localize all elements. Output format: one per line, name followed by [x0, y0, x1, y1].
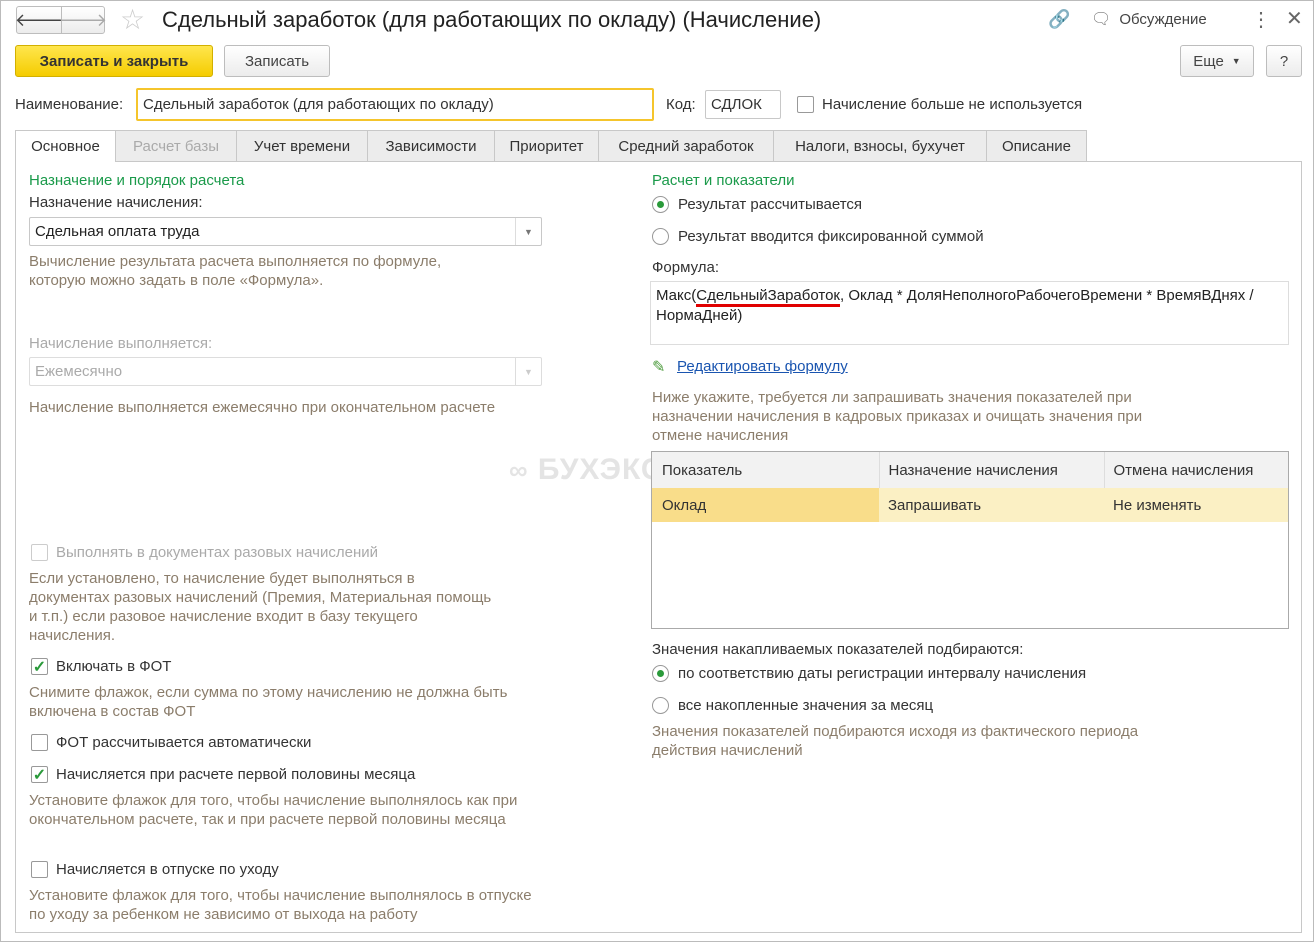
parental-leave-hint: Установите флажок для того, чтобы начисл… [29, 887, 532, 923]
exec-select: Ежемесячно ▼ [29, 357, 542, 386]
table-hint: Ниже укажите, требуется ли запрашивать з… [652, 389, 1143, 444]
cell-assignment[interactable]: Запрашивать [879, 488, 1104, 522]
exec-label: Начисление выполняется: [29, 335, 213, 352]
formula-highlight: СдельныйЗаработок [696, 287, 840, 307]
accum-label: Значения накапливаемых показателей подби… [652, 641, 1024, 658]
section-calc-title: Расчет и показатели [652, 172, 795, 189]
fot-auto-label: ФОТ рассчитывается автоматически [56, 734, 312, 751]
parental-leave-checkbox[interactable] [31, 861, 48, 878]
one-time-checkbox [31, 544, 48, 561]
code-input[interactable]: СДЛОК [705, 90, 781, 119]
fot-auto-checkbox[interactable] [31, 734, 48, 751]
unused-label: Начисление больше не используется [822, 96, 1083, 113]
code-label: Код: [666, 96, 696, 113]
parental-leave-label: Начисляется в отпуске по уходу [56, 861, 279, 878]
column-header-indicator[interactable]: Показатель [652, 452, 880, 488]
accum-hint: Значения показателей подбираются исходя … [652, 723, 1139, 759]
purpose-hint: Вычисление результата расчета выполняетс… [29, 253, 442, 289]
fot-hint: Снимите флажок, если сумма по этому начи… [29, 684, 508, 720]
tab-dependencies[interactable]: Зависимости [367, 130, 495, 161]
discussion-button[interactable]: 🗨 Обсуждение [1091, 9, 1207, 29]
accum-month-label: все накопленные значения за месяц [678, 697, 934, 714]
accum-interval-radio[interactable] [652, 665, 669, 682]
indicators-table[interactable]: Показатель Назначение начисления Отмена … [651, 451, 1289, 629]
chevron-down-icon[interactable]: ▼ [515, 218, 541, 245]
tab-priority[interactable]: Приоритет [494, 130, 599, 161]
tab-time-accounting[interactable]: Учет времени [236, 130, 368, 161]
accum-interval-label: по соответствию даты регистрации интерва… [678, 665, 1087, 682]
purpose-select[interactable]: Сдельная оплата труда ▼ [29, 217, 542, 246]
one-time-label: Выполнять в документах разовых начислени… [56, 544, 378, 561]
favorite-star-icon[interactable]: ☆ [120, 3, 145, 36]
result-calculated-label: Результат рассчитывается [678, 196, 863, 213]
window-title: Сдельный заработок (для работающих по ок… [162, 7, 822, 32]
chat-icon: 🗨 [1091, 11, 1112, 28]
back-button[interactable]: 🡐 [15, 6, 63, 34]
tab-taxes[interactable]: Налоги, взносы, бухучет [773, 130, 987, 161]
exec-hint: Начисление выполняется ежемесячно при ок… [29, 399, 496, 416]
forward-button[interactable]: 🡒 [59, 6, 107, 34]
section-purpose-title: Назначение и порядок расчета [29, 172, 245, 189]
tab-main[interactable]: Основное [15, 130, 116, 162]
result-fixed-radio[interactable] [652, 228, 669, 245]
more-menu-icon[interactable]: ⋮ [1251, 7, 1271, 32]
formula-label: Формула: [652, 259, 720, 276]
result-fixed-label: Результат вводится фиксированной суммой [678, 228, 984, 245]
unused-checkbox[interactable] [797, 96, 814, 113]
column-header-assignment[interactable]: Назначение начисления [879, 452, 1105, 488]
save-button[interactable]: Записать [224, 45, 330, 77]
fot-checkbox[interactable]: ✓ [31, 658, 48, 676]
fot-label: Включать в ФОТ [56, 658, 172, 675]
name-input[interactable]: Сдельный заработок (для работающих по ок… [136, 88, 654, 121]
link-icon[interactable]: 🔗 [1048, 9, 1070, 30]
one-time-hint: Если установлено, то начисление будет вы… [29, 570, 492, 644]
cell-cancel[interactable]: Не изменять [1104, 488, 1288, 522]
result-calculated-radio[interactable] [652, 196, 669, 213]
tab-base-calc[interactable]: Расчет базы [115, 130, 237, 161]
cell-indicator[interactable]: Оклад [652, 488, 879, 522]
accum-month-radio[interactable] [652, 697, 669, 714]
first-half-checkbox[interactable]: ✓ [31, 766, 48, 784]
more-button[interactable]: Еще ▼ [1180, 45, 1254, 77]
table-row[interactable]: Оклад Запрашивать Не изменять [652, 488, 1288, 522]
edit-formula-link[interactable]: Редактировать формулу [677, 358, 848, 375]
tab-average-earnings[interactable]: Средний заработок [598, 130, 774, 161]
name-label: Наименование: [15, 96, 124, 113]
save-and-close-button[interactable]: Записать и закрыть [15, 45, 213, 77]
help-button[interactable]: ? [1266, 45, 1302, 77]
column-header-cancel[interactable]: Отмена начисления [1104, 452, 1288, 488]
formula-textarea[interactable]: Макс(СдельныйЗаработок, Оклад * ДоляНепо… [650, 281, 1289, 345]
pencil-icon: ✎ [652, 359, 666, 376]
first-half-hint: Установите флажок для того, чтобы начисл… [29, 792, 518, 828]
purpose-label: Назначение начисления: [29, 194, 203, 211]
first-half-label: Начисляется при расчете первой половины … [56, 766, 416, 783]
close-icon[interactable]: ✕ [1286, 6, 1303, 31]
tab-description[interactable]: Описание [986, 130, 1087, 161]
chevron-down-icon: ▼ [515, 358, 541, 385]
